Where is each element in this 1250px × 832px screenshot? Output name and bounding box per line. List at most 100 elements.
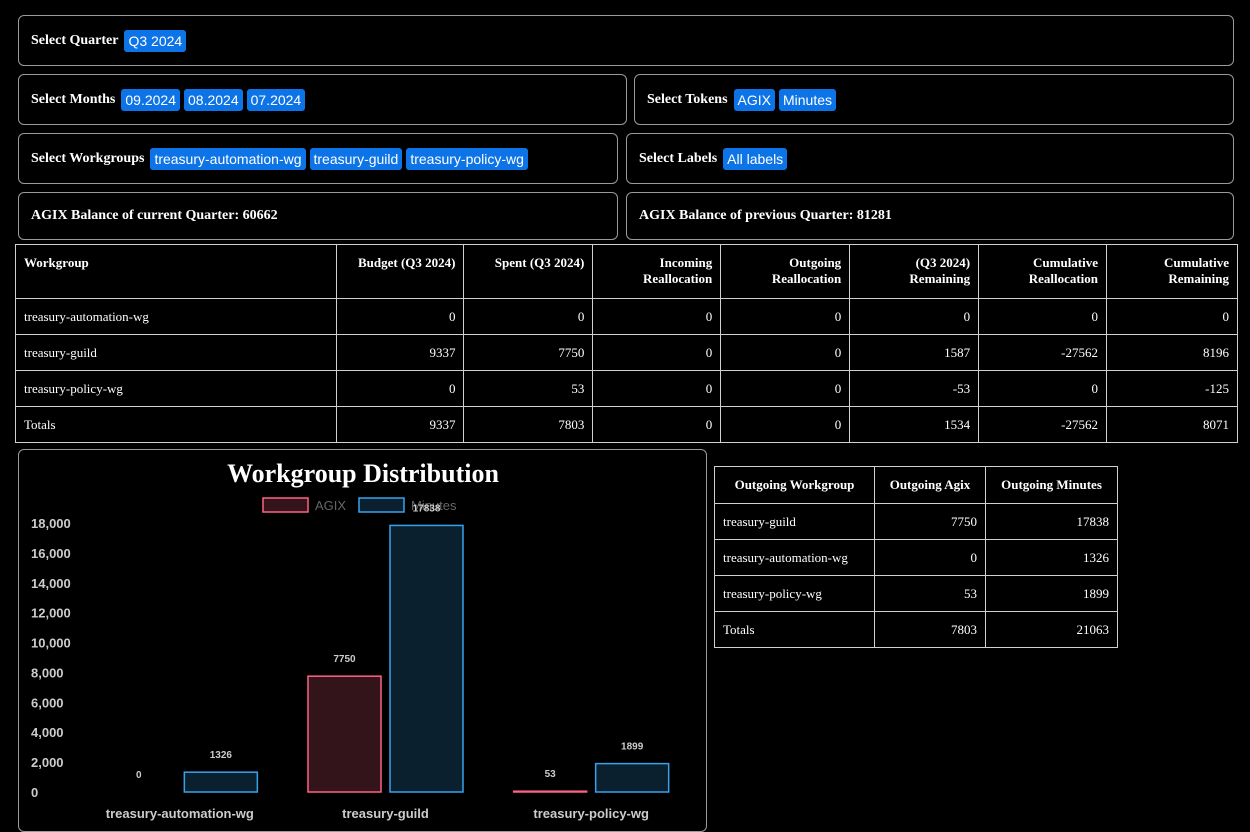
bar-data-label: 53 xyxy=(545,769,557,780)
table-cell: 0 xyxy=(335,298,465,335)
table-row: treasury-guild 7750 17838 xyxy=(714,503,1118,540)
table-cell: 0 xyxy=(335,370,465,407)
token-chip[interactable]: AGIX xyxy=(733,88,775,111)
label-chip[interactable]: All labels xyxy=(723,147,788,170)
table-row: treasury-automation-wg 0 0 0 0 0 0 0 xyxy=(15,298,1238,335)
x-tick-label: treasury-automation-wg xyxy=(106,806,254,821)
tokens-filter: Select Tokens AGIX Minutes xyxy=(634,74,1234,125)
workgroup-distribution-chart: Workgroup Distribution AGIX Minutes 0 2,000 4… xyxy=(18,449,707,832)
x-tick-label: treasury-policy-wg xyxy=(533,806,649,821)
table-cell: 1326 xyxy=(985,539,1118,576)
y-tick-label: 2,000 xyxy=(31,755,64,770)
bar-data-label: 7750 xyxy=(333,654,356,665)
column-header: Outgoing Agix xyxy=(874,466,986,504)
bar-data-label: 1899 xyxy=(621,742,644,753)
totals-row: Totals 9337 7803 0 0 1534 -27562 8071 xyxy=(15,406,1238,443)
previous-balance-text: AGIX Balance of previous Quarter: 81281 xyxy=(639,208,892,223)
table-cell: 53 xyxy=(874,575,986,612)
legend-swatch xyxy=(358,497,405,513)
table-cell: treasury-automation-wg xyxy=(15,298,337,335)
workgroups-filter: Select Workgroups treasury-automation-wg… xyxy=(18,133,618,184)
months-filter: Select Months 09.2024 08.2024 07.2024 xyxy=(18,74,627,125)
table-cell: treasury-guild xyxy=(714,503,875,540)
table-header-row: Outgoing Workgroup Outgoing Agix Outgoin… xyxy=(714,466,1118,504)
y-tick-label: 0 xyxy=(31,785,38,800)
table-cell: 1899 xyxy=(985,575,1118,612)
table-cell: 0 xyxy=(978,298,1108,335)
workgroups-filter-label: Select Workgroups xyxy=(31,150,145,166)
table-cell: 7803 xyxy=(463,406,594,443)
y-tick-label: 10,000 xyxy=(31,636,71,651)
tokens-filter-label: Select Tokens xyxy=(647,91,728,107)
table-cell: 8196 xyxy=(1106,334,1238,371)
column-header: Outgoing Reallocation xyxy=(720,244,851,299)
table-cell: 9337 xyxy=(335,334,465,371)
column-header: Cumulative Remaining xyxy=(1106,244,1238,299)
table-cell: -27562 xyxy=(978,334,1108,371)
table-row: treasury-automation-wg 0 1326 xyxy=(714,539,1118,576)
labels-filter: Select Labels All labels xyxy=(626,133,1234,184)
table-cell: 0 xyxy=(592,298,722,335)
y-tick-label: 12,000 xyxy=(31,606,71,621)
table-cell: -53 xyxy=(849,370,980,407)
table-cell: 0 xyxy=(1106,298,1238,335)
workgroup-chip[interactable]: treasury-automation-wg xyxy=(150,147,306,170)
table-cell: 9337 xyxy=(335,406,465,443)
bar-data-label: 1326 xyxy=(210,750,233,761)
table-cell: 0 xyxy=(720,370,851,407)
labels-filter-label: Select Labels xyxy=(639,150,718,166)
table-row: treasury-policy-wg 0 53 0 0 -53 0 -125 xyxy=(15,370,1238,407)
quarter-chip[interactable]: Q3 2024 xyxy=(124,29,187,52)
table-cell: 1587 xyxy=(849,334,980,371)
workgroup-chip[interactable]: treasury-guild xyxy=(309,147,403,170)
months-filter-label: Select Months xyxy=(31,91,116,107)
table-cell: 21063 xyxy=(985,611,1118,648)
month-chip[interactable]: 07.2024 xyxy=(246,88,306,111)
table-cell: 7750 xyxy=(463,334,594,371)
table-cell: -125 xyxy=(1106,370,1238,407)
legend-label: AGIX xyxy=(315,498,346,513)
bar-data-label: 0 xyxy=(136,770,142,781)
bar-data-label: 17838 xyxy=(413,503,441,514)
outgoing-workgroup-table: Outgoing Workgroup Outgoing Agix Outgoin… xyxy=(714,466,1118,648)
table-cell: 0 xyxy=(720,298,851,335)
chart-svg: Workgroup DistributionAGIX Minutes02,0004… xyxy=(31,459,670,821)
column-header: (Q3 2024) Remaining xyxy=(849,244,980,299)
table-row: treasury-guild 9337 7750 0 0 1587 -27562… xyxy=(15,334,1238,371)
table-cell: 0 xyxy=(849,298,980,335)
table-cell: 7750 xyxy=(874,503,986,540)
table-cell: 0 xyxy=(978,370,1108,407)
chart-bar xyxy=(183,771,259,793)
table-cell: Totals xyxy=(714,611,875,648)
y-tick-label: 18,000 xyxy=(31,516,71,531)
chart-bar xyxy=(307,675,382,793)
token-chip[interactable]: Minutes xyxy=(778,88,837,111)
table-cell: 0 xyxy=(463,298,594,335)
quarter-filter-label: Select Quarter xyxy=(31,32,119,48)
y-tick-label: 6,000 xyxy=(31,695,64,710)
table-cell: 0 xyxy=(720,334,851,371)
table-cell: 0 xyxy=(720,406,851,443)
y-tick-label: 14,000 xyxy=(31,576,71,591)
table-cell: 0 xyxy=(592,334,722,371)
totals-row: Totals 7803 21063 xyxy=(714,611,1118,648)
current-balance-text: AGIX Balance of current Quarter: 60662 xyxy=(31,208,278,223)
table-cell: 53 xyxy=(463,370,594,407)
month-chip[interactable]: 08.2024 xyxy=(184,88,243,111)
table-cell: treasury-guild xyxy=(15,334,337,371)
table-cell: 1534 xyxy=(849,406,980,443)
chart-bar xyxy=(594,762,670,793)
y-tick-label: 16,000 xyxy=(31,546,71,561)
y-tick-label: 4,000 xyxy=(31,725,64,740)
workgroup-chip[interactable]: treasury-policy-wg xyxy=(406,147,528,170)
x-tick-label: treasury-guild xyxy=(342,806,429,821)
table-cell: 17838 xyxy=(985,503,1118,540)
table-cell: treasury-automation-wg xyxy=(714,539,875,576)
month-chip[interactable]: 09.2024 xyxy=(121,88,180,111)
legend-swatch xyxy=(262,497,309,513)
workgroup-budget-table: Workgroup Budget (Q3 2024) Spent (Q3 202… xyxy=(15,244,1238,443)
table-row: treasury-policy-wg 53 1899 xyxy=(714,575,1118,612)
previous-balance: AGIX Balance of previous Quarter: 81281 xyxy=(626,192,1234,240)
quarter-filter: Select Quarter Q3 2024 xyxy=(18,15,1234,66)
table-cell: 0 xyxy=(874,539,986,576)
